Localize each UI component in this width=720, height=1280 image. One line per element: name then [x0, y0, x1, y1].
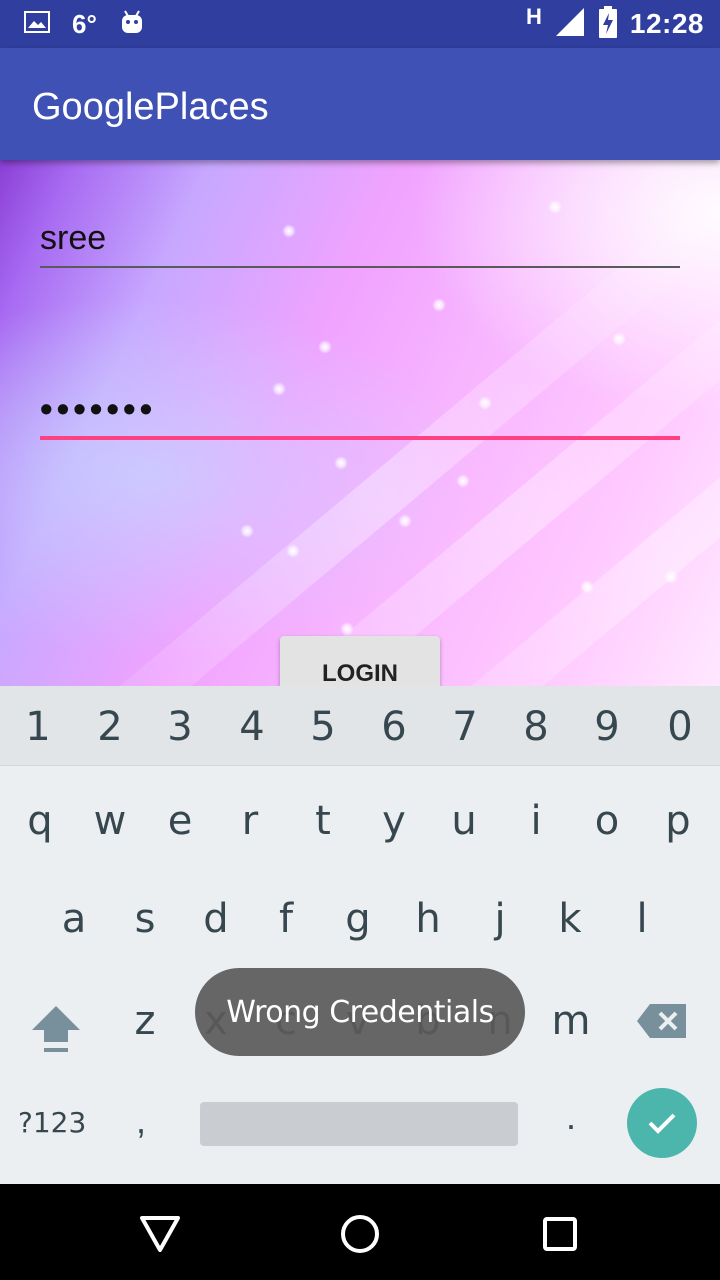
key-2[interactable]: 2	[74, 704, 146, 750]
background-sparkle	[612, 332, 626, 346]
shift-key[interactable]	[30, 1002, 82, 1056]
background-sparkle	[286, 544, 300, 558]
key-o[interactable]: o	[571, 798, 643, 844]
recents-button[interactable]	[538, 1212, 582, 1256]
battery-charging-icon	[598, 5, 618, 43]
username-field[interactable]: sree	[40, 218, 680, 268]
key-0[interactable]: 0	[644, 704, 716, 750]
login-button[interactable]: LOGIN	[280, 636, 440, 686]
background-sparkle	[340, 622, 354, 636]
comma-key[interactable]: ,	[136, 1100, 146, 1142]
key-3[interactable]: 3	[144, 704, 216, 750]
key-8[interactable]: 8	[500, 704, 572, 750]
key-z[interactable]: z	[109, 998, 181, 1044]
clock: 12:28	[629, 8, 704, 39]
key-1[interactable]: 1	[2, 704, 74, 750]
status-bar: 6° H 12:28	[0, 0, 720, 48]
image-icon	[24, 10, 50, 38]
key-i[interactable]: i	[500, 798, 572, 844]
backspace-key[interactable]	[636, 1002, 688, 1042]
key-e[interactable]: e	[144, 798, 216, 844]
key-d[interactable]: d	[180, 896, 252, 942]
key-k[interactable]: k	[534, 896, 606, 942]
enter-key[interactable]	[627, 1088, 697, 1158]
key-l[interactable]: l	[606, 896, 678, 942]
login-screen: sree ••••••• LOGIN	[0, 160, 720, 686]
backspace-icon	[637, 1004, 686, 1038]
keyboard-number-row: 1 2 3 4 5 6 7 8 9 0	[0, 686, 720, 766]
password-field[interactable]: •••••••	[40, 388, 680, 440]
key-h[interactable]: h	[392, 896, 464, 942]
background-sparkle	[548, 200, 562, 214]
navigation-bar	[0, 1184, 720, 1280]
home-button[interactable]	[338, 1212, 382, 1256]
background-sparkle	[432, 298, 446, 312]
key-6[interactable]: 6	[358, 704, 430, 750]
signal-icon	[554, 6, 586, 43]
key-7[interactable]: 7	[429, 704, 501, 750]
background-sparkle	[240, 524, 254, 538]
background-sparkle	[334, 456, 348, 470]
checkmark-icon	[648, 1113, 676, 1134]
toast-message: Wrong Credentials	[195, 968, 525, 1056]
password-value: •••••••	[40, 388, 157, 429]
key-q[interactable]: q	[4, 798, 76, 844]
key-g[interactable]: g	[322, 896, 394, 942]
key-u[interactable]: u	[428, 798, 500, 844]
key-t[interactable]: t	[287, 798, 359, 844]
key-5[interactable]: 5	[287, 704, 359, 750]
recents-square-icon	[543, 1217, 577, 1251]
key-4[interactable]: 4	[216, 704, 288, 750]
temperature-indicator: 6°	[72, 8, 97, 39]
background-sparkle	[580, 580, 594, 594]
android-icon	[119, 9, 145, 40]
key-p[interactable]: p	[642, 798, 714, 844]
home-circle-icon	[341, 1215, 379, 1253]
period-key[interactable]: .	[566, 1096, 576, 1138]
background-sparkle	[664, 570, 678, 584]
key-s[interactable]: s	[109, 896, 181, 942]
shift-icon	[32, 1006, 80, 1052]
key-f[interactable]: f	[250, 896, 322, 942]
key-a[interactable]: a	[38, 896, 110, 942]
key-y[interactable]: y	[358, 798, 430, 844]
background-sparkle	[398, 514, 412, 528]
back-button[interactable]	[138, 1212, 182, 1256]
back-triangle-icon	[140, 1216, 180, 1252]
network-type-indicator: H	[525, 4, 542, 29]
space-key[interactable]	[200, 1102, 518, 1146]
key-r[interactable]: r	[214, 798, 286, 844]
app-title: GooglePlaces	[32, 86, 269, 128]
key-w[interactable]: w	[74, 798, 146, 844]
app-bar: GooglePlaces	[0, 48, 720, 160]
username-value: sree	[40, 219, 107, 257]
background-sparkle	[456, 474, 470, 488]
key-j[interactable]: j	[464, 896, 536, 942]
key-9[interactable]: 9	[571, 704, 643, 750]
symbols-key[interactable]: ?123	[18, 1106, 86, 1139]
background-sparkle	[318, 340, 332, 354]
key-m[interactable]: m	[535, 998, 607, 1044]
soft-keyboard: 1 2 3 4 5 6 7 8 9 0 q w e r t y u i o p …	[0, 686, 720, 1184]
